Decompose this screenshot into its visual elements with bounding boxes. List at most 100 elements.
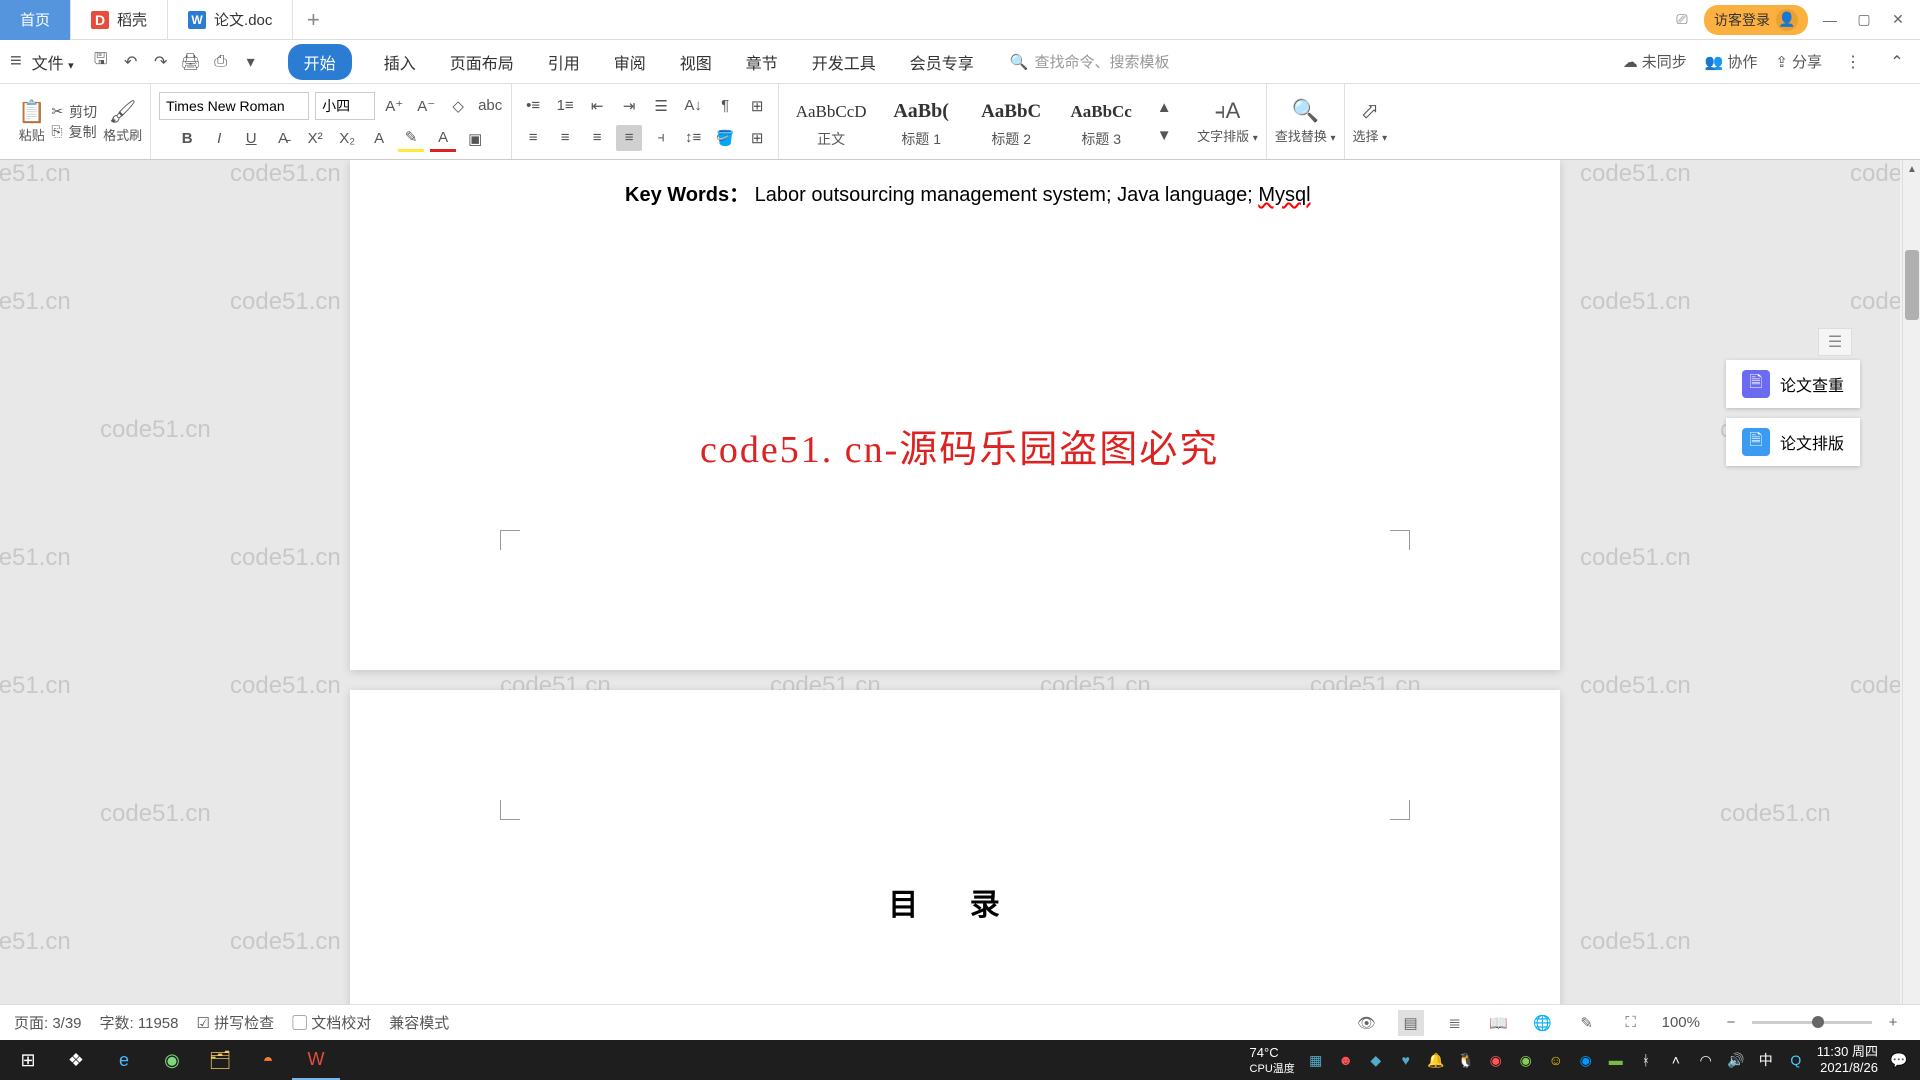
font-family-input[interactable] [159,92,309,120]
subscript-button[interactable]: X₂ [334,126,360,152]
bold-button[interactable]: B [174,126,200,152]
more-quick-icon[interactable]: ▾ [238,49,264,75]
redo-icon[interactable]: ↷ [148,49,174,75]
tray-icon-2[interactable]: ☻ [1337,1051,1355,1069]
collab-button[interactable]: 👥协作 [1705,51,1758,72]
char-border-icon[interactable]: ▣ [462,126,488,152]
style-heading1[interactable]: AaBb(标题 1 [877,95,965,149]
tab-daoke[interactable]: D稻壳 [71,0,168,40]
style-normal[interactable]: AaBbCcD正文 [787,95,875,149]
annotate-icon[interactable]: ✎ [1574,1010,1600,1036]
bullets-icon[interactable]: •≡ [520,93,546,119]
close-button[interactable]: ✕ [1886,8,1910,32]
tab-chapter[interactable]: 章节 [744,44,780,80]
task-app-1[interactable]: ❖ [52,1040,100,1080]
tray-icon-6[interactable]: 🐧 [1457,1051,1475,1069]
scroll-thumb[interactable] [1905,250,1919,320]
align-center-icon[interactable]: ≡ [552,125,578,151]
paste-icon[interactable]: 📋 [18,99,45,125]
zoom-value[interactable]: 100% [1662,1014,1700,1031]
eye-icon[interactable]: 👁 [1354,1010,1380,1036]
start-button[interactable]: ⊞ [4,1040,52,1080]
wifi-icon[interactable]: ◠ [1697,1051,1715,1069]
grow-font-icon[interactable]: A⁺ [381,93,407,119]
select-group[interactable]: ⬀ 选择 ▾ [1345,84,1396,159]
maximize-button[interactable]: ▢ [1852,8,1876,32]
notifications-icon[interactable]: 🔔 [1427,1051,1445,1069]
tray-icon-3[interactable]: ◆ [1367,1051,1385,1069]
add-tab-button[interactable]: + [293,7,333,33]
volume-icon[interactable]: 🔊 [1727,1051,1745,1069]
unsync-button[interactable]: ☁未同步 [1623,51,1687,72]
login-button[interactable]: 访客登录👤 [1704,5,1808,35]
preview-icon[interactable]: ⎙ [208,49,234,75]
zoom-out-icon[interactable]: − [1718,1010,1744,1036]
tab-view[interactable]: 视图 [678,44,714,80]
read-view-icon[interactable]: 📖 [1486,1010,1512,1036]
tray-icon-7[interactable]: ◉ [1487,1051,1505,1069]
minimize-button[interactable]: ― [1818,8,1842,32]
undo-icon[interactable]: ↶ [118,49,144,75]
wps-icon[interactable]: W [292,1040,340,1080]
web-view-icon[interactable]: 🌐 [1530,1010,1556,1036]
file-menu[interactable]: 文件 ▾ [32,50,74,74]
tab-home[interactable]: 首页 [0,0,71,40]
document-area[interactable]: code51.cncode51.cncode51.cncode51.cncode… [0,160,1900,1028]
ime-icon[interactable]: 中 [1757,1051,1775,1069]
highlight-icon[interactable]: ✎ [398,126,424,152]
scroll-up-icon[interactable]: ▲ [1903,160,1920,178]
align-left-icon[interactable]: ≡ [520,125,546,151]
styles-down-icon[interactable]: ▼ [1151,123,1177,149]
save-icon[interactable]: 🖫 [88,49,114,75]
command-search[interactable]: 🔍查找命令、搜索模板 [1010,51,1170,72]
ie-icon[interactable]: e [100,1040,148,1080]
cpu-temp[interactable]: 74°CCPU温度 [1250,1045,1295,1076]
italic-button[interactable]: I [206,126,232,152]
clock[interactable]: 11:30 周四2021/8/26 [1817,1044,1878,1075]
action-center-icon[interactable]: 💬 [1890,1051,1908,1069]
shrink-font-icon[interactable]: A⁻ [413,93,439,119]
more-menu-icon[interactable]: ⋮ [1840,49,1866,75]
clear-format-icon[interactable]: ◇ [445,93,471,119]
find-replace-group[interactable]: 🔍 查找替换 ▾ [1267,84,1345,159]
browser-icon[interactable]: ◉ [148,1040,196,1080]
collapse-panel-icon[interactable]: ☰ [1818,328,1852,356]
tab-review[interactable]: 审阅 [612,44,648,80]
font-color-icon[interactable]: A [430,126,456,152]
collapse-ribbon-icon[interactable]: ⌃ [1884,49,1910,75]
document-page-1[interactable]: Key Words： Labor outsourcing management … [350,160,1560,670]
tray-icon-11[interactable]: ▬ [1607,1051,1625,1069]
decrease-indent-icon[interactable]: ⇤ [584,93,610,119]
outline-view-icon[interactable]: ≣ [1442,1010,1468,1036]
distribute-icon[interactable]: ⫞ [648,125,674,151]
tab-insert[interactable]: 插入 [382,44,418,80]
sort-icon[interactable]: A↓ [680,93,706,119]
copy-button[interactable]: ⎘ 复制 [51,122,97,142]
spellcheck-toggle[interactable]: ☑ 拼写检查 [196,1012,274,1033]
window-mode-icon[interactable]: ⎚ [1670,8,1694,32]
tab-pagelayout[interactable]: 页面布局 [448,44,516,80]
font-size-input[interactable] [315,92,375,120]
text-effects-icon[interactable]: A [366,126,392,152]
strikethrough-button[interactable]: A̵ [270,126,296,152]
bluetooth-icon[interactable]: ᚼ [1637,1051,1655,1069]
paper-layout-button[interactable]: 🗎论文排版 [1726,418,1860,466]
word-count[interactable]: 字数: 11958 [100,1012,179,1033]
tab-member[interactable]: 会员专享 [908,44,976,80]
tray-icon-4[interactable]: ♥ [1397,1051,1415,1069]
tab-reference[interactable]: 引用 [546,44,582,80]
tab-start[interactable]: 开始 [288,44,352,80]
superscript-button[interactable]: X² [302,126,328,152]
underline-button[interactable]: U [238,126,264,152]
style-heading3[interactable]: AaBbCc标题 3 [1057,95,1145,149]
increase-indent-icon[interactable]: ⇥ [616,93,642,119]
vertical-scrollbar[interactable]: ▲ ▼ [1902,160,1920,1028]
text-layout-group[interactable]: ⫞A 文字排版 ▾ [1189,84,1267,159]
align-justify-icon[interactable]: ≡ [616,125,642,151]
tray-icon-10[interactable]: ◉ [1577,1051,1595,1069]
line-spacing-icon[interactable]: ↕≡ [680,125,706,151]
table-icon[interactable]: ⊞ [744,125,770,151]
paper-check-button[interactable]: 🗎论文查重 [1726,360,1860,408]
print-icon[interactable]: 🖨 [178,49,204,75]
cut-button[interactable]: ✂ 剪切 [51,102,97,122]
